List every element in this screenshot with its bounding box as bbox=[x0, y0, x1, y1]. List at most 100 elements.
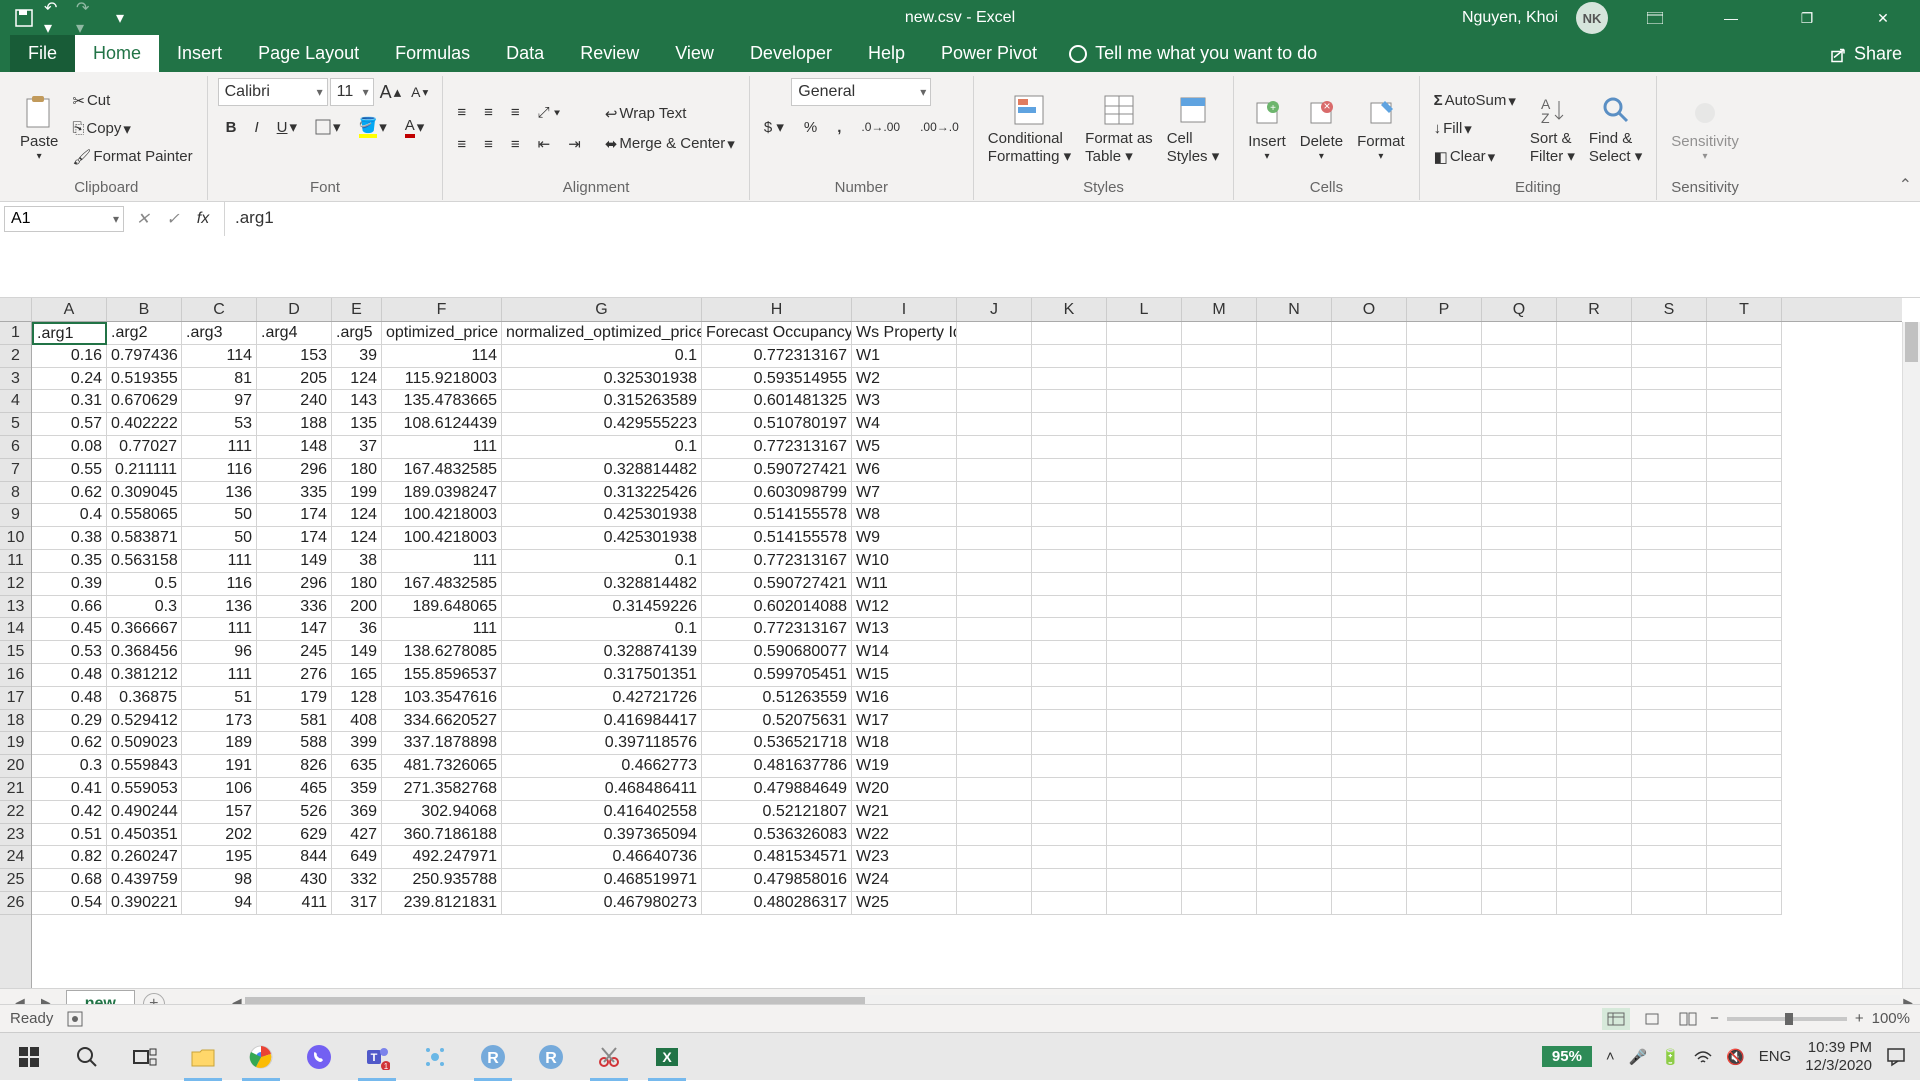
cell[interactable]: 157 bbox=[182, 801, 257, 824]
row-header-22[interactable]: 22 bbox=[0, 801, 31, 824]
page-layout-view-button[interactable] bbox=[1638, 1008, 1666, 1030]
row-header-7[interactable]: 7 bbox=[0, 459, 31, 482]
cell[interactable] bbox=[1557, 322, 1632, 345]
cell[interactable] bbox=[1632, 801, 1707, 824]
cell[interactable]: W3 bbox=[852, 390, 957, 413]
cell[interactable]: W6 bbox=[852, 459, 957, 482]
snipping-tool-button[interactable] bbox=[580, 1033, 638, 1081]
start-button[interactable] bbox=[0, 1033, 58, 1081]
cell[interactable]: 111 bbox=[382, 550, 502, 573]
cell[interactable] bbox=[1182, 732, 1257, 755]
cell[interactable] bbox=[1407, 824, 1482, 847]
cell[interactable] bbox=[1032, 869, 1107, 892]
cell[interactable]: 430 bbox=[257, 869, 332, 892]
cell[interactable] bbox=[1707, 869, 1782, 892]
cell[interactable]: 111 bbox=[182, 618, 257, 641]
cell[interactable] bbox=[1632, 755, 1707, 778]
cell[interactable]: 103.3547616 bbox=[382, 687, 502, 710]
cell[interactable]: 239.8121831 bbox=[382, 892, 502, 915]
cell[interactable]: 0.51 bbox=[32, 824, 107, 847]
cell[interactable]: 0.54 bbox=[32, 892, 107, 915]
cell[interactable] bbox=[1032, 732, 1107, 755]
cell[interactable] bbox=[1032, 413, 1107, 436]
cell[interactable]: 0.529412 bbox=[107, 710, 182, 733]
cell[interactable] bbox=[1707, 755, 1782, 778]
cell[interactable]: 0.772313167 bbox=[702, 436, 852, 459]
cell[interactable]: 369 bbox=[332, 801, 382, 824]
cell[interactable]: 276 bbox=[257, 664, 332, 687]
cell[interactable]: 0.772313167 bbox=[702, 550, 852, 573]
column-header-L[interactable]: L bbox=[1107, 298, 1182, 321]
cell[interactable]: 51 bbox=[182, 687, 257, 710]
battery-icon[interactable]: 🔋 bbox=[1661, 1048, 1680, 1066]
cell[interactable] bbox=[1182, 436, 1257, 459]
cell[interactable] bbox=[1032, 755, 1107, 778]
cell[interactable] bbox=[1407, 482, 1482, 505]
cell[interactable] bbox=[1707, 664, 1782, 687]
cell[interactable] bbox=[1557, 596, 1632, 619]
cell[interactable]: 336 bbox=[257, 596, 332, 619]
cell[interactable] bbox=[1032, 368, 1107, 391]
cell[interactable]: 359 bbox=[332, 778, 382, 801]
cell[interactable] bbox=[1032, 846, 1107, 869]
cell[interactable]: 0.1 bbox=[502, 618, 702, 641]
cell[interactable]: 0.3 bbox=[107, 596, 182, 619]
cell[interactable] bbox=[1257, 869, 1332, 892]
cell[interactable]: W15 bbox=[852, 664, 957, 687]
cell[interactable] bbox=[1557, 801, 1632, 824]
row-header-9[interactable]: 9 bbox=[0, 504, 31, 527]
cell[interactable]: 0.42 bbox=[32, 801, 107, 824]
cell[interactable] bbox=[1332, 482, 1407, 505]
cell[interactable]: 0.510780197 bbox=[702, 413, 852, 436]
cell[interactable] bbox=[1707, 390, 1782, 413]
cell[interactable]: 408 bbox=[332, 710, 382, 733]
row-header-14[interactable]: 14 bbox=[0, 618, 31, 641]
cell[interactable] bbox=[1257, 846, 1332, 869]
cell[interactable]: 337.1878898 bbox=[382, 732, 502, 755]
teams-button[interactable]: T1 bbox=[348, 1033, 406, 1081]
cell[interactable] bbox=[1557, 436, 1632, 459]
row-header-6[interactable]: 6 bbox=[0, 436, 31, 459]
language-indicator[interactable]: ENG bbox=[1759, 1048, 1792, 1065]
cell[interactable] bbox=[1557, 550, 1632, 573]
cell[interactable] bbox=[1182, 664, 1257, 687]
cell[interactable]: 0.397118576 bbox=[502, 732, 702, 755]
cell[interactable] bbox=[1257, 778, 1332, 801]
cell[interactable] bbox=[1632, 778, 1707, 801]
comma-button[interactable]: , bbox=[833, 117, 845, 138]
cell[interactable]: 0.5 bbox=[107, 573, 182, 596]
cell[interactable]: 167.4832585 bbox=[382, 573, 502, 596]
cell[interactable]: 0.1 bbox=[502, 550, 702, 573]
minimize-button[interactable]: — bbox=[1702, 0, 1760, 36]
cell[interactable]: 179 bbox=[257, 687, 332, 710]
cell[interactable] bbox=[1257, 345, 1332, 368]
cell[interactable] bbox=[1257, 573, 1332, 596]
cell[interactable] bbox=[1332, 390, 1407, 413]
cell[interactable]: 138.6278085 bbox=[382, 641, 502, 664]
cell[interactable] bbox=[1482, 801, 1557, 824]
cell[interactable]: 0.309045 bbox=[107, 482, 182, 505]
format-cells-button[interactable]: Format▾ bbox=[1353, 93, 1409, 165]
cell[interactable] bbox=[957, 390, 1032, 413]
cell[interactable] bbox=[1032, 345, 1107, 368]
cell[interactable]: W13 bbox=[852, 618, 957, 641]
cell[interactable] bbox=[1182, 413, 1257, 436]
cell[interactable]: 0.603098799 bbox=[702, 482, 852, 505]
cell[interactable]: 0.536521718 bbox=[702, 732, 852, 755]
cell[interactable]: 116 bbox=[182, 459, 257, 482]
cell[interactable] bbox=[1407, 459, 1482, 482]
row-header-23[interactable]: 23 bbox=[0, 824, 31, 847]
cell[interactable] bbox=[1407, 527, 1482, 550]
cell[interactable]: 360.7186188 bbox=[382, 824, 502, 847]
cell[interactable]: 0.66 bbox=[32, 596, 107, 619]
cell[interactable] bbox=[1407, 413, 1482, 436]
cell[interactable]: 0.514155578 bbox=[702, 527, 852, 550]
cell[interactable] bbox=[1257, 755, 1332, 778]
cell[interactable]: 0.601481325 bbox=[702, 390, 852, 413]
cell[interactable]: 0.16 bbox=[32, 345, 107, 368]
microphone-icon[interactable]: 🎤 bbox=[1629, 1048, 1648, 1066]
column-header-E[interactable]: E bbox=[332, 298, 382, 321]
zoom-thumb[interactable] bbox=[1785, 1013, 1793, 1025]
cell[interactable]: 0.62 bbox=[32, 482, 107, 505]
cell[interactable] bbox=[1557, 459, 1632, 482]
